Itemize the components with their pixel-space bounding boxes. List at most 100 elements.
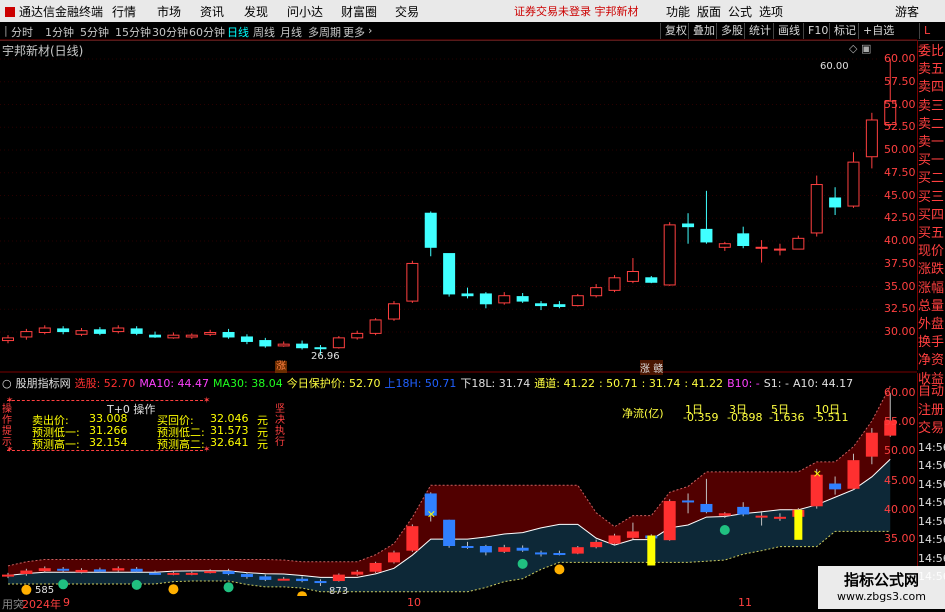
ind-candle-body: [755, 515, 768, 518]
ind-candle-body: [112, 568, 125, 571]
trade-tab-7[interactable]: 14:56: [918, 513, 945, 532]
trade-tab-1[interactable]: 注册: [918, 402, 945, 421]
candle-body: [829, 197, 842, 208]
quote-tab-10[interactable]: 买五: [918, 225, 945, 244]
ind-candle-body: [387, 552, 400, 563]
price-tick-12: 30.00: [884, 325, 916, 338]
indicator-value-12: A10: 44.17: [792, 377, 854, 390]
quote-tab-8[interactable]: 买三: [918, 189, 945, 208]
indicator-value-10: B10: -: [727, 377, 760, 390]
candle-body: [663, 224, 676, 286]
trade-tab-4[interactable]: 14:56: [918, 457, 945, 476]
quote-tab-9[interactable]: 买四: [918, 207, 945, 226]
board-right-vertical: 坚决执行: [275, 404, 285, 448]
ind-candle-body: [608, 535, 621, 544]
ind-candle-body: [93, 569, 106, 572]
quote-tab-13[interactable]: 涨幅: [918, 280, 945, 299]
quote-tab-1[interactable]: 卖五: [918, 61, 945, 80]
quote-tab-11[interactable]: 现价: [918, 243, 945, 262]
price-tick-1: 57.50: [884, 74, 916, 88]
netflow-value-5: -1.636: [769, 411, 805, 424]
indicator-toggle-icon[interactable]: ○: [2, 377, 12, 390]
ind-candle-body: [553, 553, 566, 556]
board-corner-icon-bl: ✶: [6, 445, 14, 455]
ind-candle-body: [571, 547, 584, 554]
cross-signal-icon: ×: [813, 467, 822, 480]
ind-candle-body: [57, 568, 70, 571]
price-tick-0: 60.00: [884, 52, 916, 65]
ind-candle-body: [700, 503, 713, 513]
trade-tab-5[interactable]: 14:56: [918, 476, 945, 495]
trade-tab-3[interactable]: 14:56: [918, 439, 945, 458]
quote-tab-3[interactable]: 卖三: [918, 98, 945, 117]
trade-tab-6[interactable]: 14:56: [918, 494, 945, 513]
candle-body: [773, 248, 786, 251]
candle-body: [682, 223, 695, 228]
candle-body: [149, 334, 162, 338]
indicator-value-7: : 50.71: [598, 377, 638, 390]
ind-tick-4: 40.00: [884, 502, 916, 516]
ind-candle-body: [829, 483, 842, 490]
down-signal-icon: [517, 558, 528, 569]
yellow-signal-bar: [647, 535, 656, 566]
ind-candle-body: [149, 572, 162, 575]
candle-body: [112, 327, 125, 333]
ind-candle-body: [406, 526, 419, 551]
up-signal-icon: [168, 584, 179, 595]
netflow-value-10: -5.511: [813, 411, 849, 424]
kline-chart[interactable]: ××: [0, 0, 945, 609]
trade-tab-2[interactable]: 交易: [918, 420, 945, 439]
indicator-header: ○ 股朋指标网 选股: 52.70 MA10: 44.47 MA30: 38.04 今日保…: [2, 375, 861, 391]
quote-tab-15[interactable]: 外盘: [918, 316, 945, 335]
cross-signal-icon: ×: [427, 508, 436, 521]
quote-tab-17[interactable]: 净资: [918, 352, 945, 371]
candle-body: [516, 296, 529, 302]
board-corner-icon-right: ✶: [203, 396, 211, 406]
quote-tab-6[interactable]: 买一: [918, 152, 945, 171]
low-price-label: 26.96: [311, 351, 340, 362]
ind-tick-0: 60.00: [884, 386, 916, 399]
ind-candle-body: [167, 572, 180, 575]
quote-tab-4[interactable]: 卖二: [918, 116, 945, 135]
ind-tick-2: 50.00: [884, 444, 916, 458]
ind-candle-body: [682, 500, 695, 503]
quote-tab-14[interactable]: 总量: [918, 298, 945, 317]
quote-tab-5[interactable]: 卖一: [918, 134, 945, 153]
down-signal-icon: [131, 579, 142, 590]
window-controls-icon[interactable]: ◇ ▣: [849, 42, 871, 55]
quote-tab-2[interactable]: 卖四: [918, 79, 945, 98]
candle-body: [737, 233, 750, 247]
badge-up: 涨: [640, 364, 650, 375]
candle-body: [204, 331, 217, 335]
yellow-signal-bar: [794, 509, 803, 540]
ind-candle-body: [626, 531, 639, 538]
trade-tab-0[interactable]: 自动: [918, 383, 945, 402]
candle-body: [700, 228, 713, 243]
indicator-name[interactable]: 股朋指标网: [16, 377, 71, 390]
candle-body: [57, 328, 70, 333]
candle-body: [185, 334, 198, 338]
ind-candle-body: [222, 571, 235, 575]
indicator-value-8: : 31.74: [641, 377, 681, 390]
candle-body: [259, 340, 272, 347]
badge-region: 赣: [653, 364, 664, 375]
chart-grid: [0, 39, 917, 373]
trade-tab-8[interactable]: 14:56: [918, 531, 945, 550]
board-corner-icon-br: ✶: [203, 445, 211, 455]
quote-tab-0[interactable]: 委比: [918, 43, 945, 62]
unit-3: 元: [257, 438, 268, 451]
quote-tab-16[interactable]: 换手: [918, 334, 945, 353]
ind-candle-body: [240, 574, 253, 577]
quote-tab-7[interactable]: 买二: [918, 170, 945, 189]
ind-candle-body: [865, 432, 878, 457]
candle-body: [387, 303, 400, 320]
watermark-title: 指标公式网: [843, 571, 919, 589]
quote-tab-12[interactable]: 涨跌: [918, 261, 945, 280]
price-tick-6: 45.00: [884, 188, 916, 202]
ind-candle-body: [443, 519, 456, 547]
ind-candle-body: [130, 568, 143, 572]
watermark: 指标公式网 www.zbgs3.com: [818, 566, 945, 609]
up-signal-icon: [554, 564, 565, 575]
ind-candle-body: [663, 501, 676, 541]
candle-body: [20, 331, 33, 338]
